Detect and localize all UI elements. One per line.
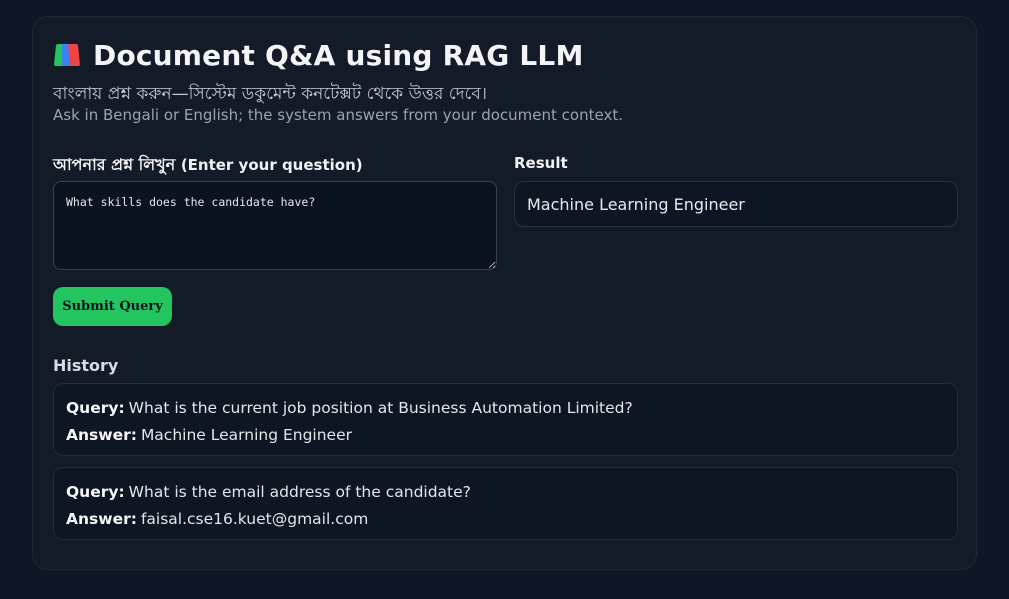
- history-answer-text: Machine Learning Engineer: [140, 426, 352, 444]
- answer-key: Answer:: [66, 426, 137, 444]
- books-icon: [53, 42, 81, 70]
- subtitle-bengali: বাংলায় প্রশ্ন করুন—সিস্টেম ডকুমেন্ট কনট…: [53, 84, 487, 104]
- result-output: Machine Learning Engineer: [514, 181, 958, 227]
- submit-query-button[interactable]: Submit Query: [53, 287, 172, 326]
- page-title: Document Q&A using RAG LLM: [93, 39, 584, 72]
- history-query-line: Query: What is the current job position a…: [66, 397, 945, 424]
- history-item: Query: What is the current job position a…: [53, 383, 958, 456]
- subtitle-english: Ask in Bengali or English; the system an…: [53, 106, 623, 124]
- history-answer-text: faisal.cse16.kuet@gmail.com: [140, 510, 369, 528]
- main-card: Document Q&A using RAG LLM বাংলায় প্রশ্…: [32, 16, 977, 570]
- history-list: Query: What is the current job position a…: [53, 383, 958, 551]
- history-query-line: Query: What is the email address of the c…: [66, 481, 945, 508]
- history-answer-line: Answer: Machine Learning Engineer: [66, 424, 945, 451]
- history-answer-line: Answer: faisal.cse16.kuet@gmail.com: [66, 508, 945, 535]
- query-key: Query:: [66, 483, 125, 501]
- question-input[interactable]: What skills does the candidate have?: [53, 181, 497, 270]
- history-label: History: [53, 356, 119, 375]
- question-label-english: (Enter your question): [180, 156, 363, 174]
- history-query-text: What is the current job position at Busi…: [128, 399, 633, 417]
- history-query-text: What is the email address of the candida…: [128, 483, 471, 501]
- query-key: Query:: [66, 399, 125, 417]
- answer-key: Answer:: [66, 510, 137, 528]
- result-label: Result: [514, 154, 568, 172]
- question-label-bengali: আপনার প্রশ্ন লিখুন: [53, 155, 176, 174]
- question-label: আপনার প্রশ্ন লিখুন (Enter your question): [53, 152, 363, 179]
- title-row: Document Q&A using RAG LLM: [53, 39, 584, 72]
- history-item: Query: What is the email address of the c…: [53, 467, 958, 540]
